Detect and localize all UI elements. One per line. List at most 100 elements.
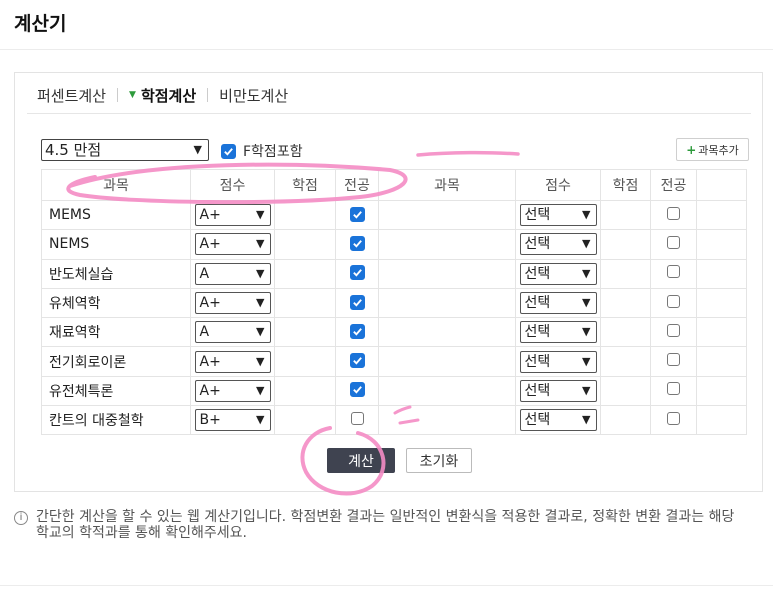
credit-cell[interactable] <box>600 229 651 260</box>
column-header: 전공 <box>335 169 379 201</box>
major-checkbox[interactable] <box>349 294 365 310</box>
credit-cell[interactable] <box>274 405 336 436</box>
course-name-cell[interactable] <box>378 199 516 231</box>
major-checkbox[interactable] <box>667 294 680 308</box>
reset-button[interactable]: 초기화 <box>406 448 472 473</box>
grade-select[interactable]: A ▼ <box>194 262 271 285</box>
major-checkbox[interactable] <box>349 323 365 339</box>
major-checkbox[interactable] <box>667 206 680 220</box>
chevron-down-icon: ▼ <box>193 143 202 156</box>
grade-select[interactable]: A+ ▼ <box>194 379 271 402</box>
tab-percent[interactable]: 퍼센트계산 <box>37 85 106 106</box>
grade-cell: 선택 ▼ <box>515 405 601 436</box>
course-name-cell[interactable]: 전기회로이론 <box>41 346 191 377</box>
credit-cell[interactable] <box>274 258 336 289</box>
table-row: 유체역학 A+ ▼ 선택 ▼ <box>41 287 747 319</box>
major-cell <box>335 346 379 377</box>
major-cell <box>650 375 697 407</box>
credit-cell[interactable] <box>274 287 336 319</box>
course-name-cell[interactable] <box>378 375 516 407</box>
column-header: 학점 <box>274 169 336 201</box>
major-checkbox[interactable] <box>667 323 680 337</box>
grade-select[interactable]: 선택 ▼ <box>519 379 597 402</box>
grade-rows: MEMS A+ ▼ 선택 ▼ NEMS A+ ▼ 선택 ▼ 반도체실습 A ▼ 선택 ▼ 유체역학 A+ ▼ 선택 ▼… <box>41 199 747 436</box>
credit-cell[interactable] <box>274 199 336 231</box>
credit-cell[interactable] <box>600 317 651 348</box>
chevron-down-icon: ▼ <box>256 383 265 397</box>
tab-grade[interactable]: 학점계산 <box>141 85 196 106</box>
grade-select[interactable]: A+ ▼ <box>194 292 271 315</box>
course-name-cell[interactable]: MEMS <box>41 199 191 231</box>
info-icon: i <box>14 511 28 525</box>
major-checkbox[interactable] <box>667 235 680 249</box>
grade-select[interactable]: 선택 ▼ <box>519 233 597 256</box>
credit-cell[interactable] <box>600 346 651 377</box>
course-name-cell[interactable]: 재료역학 <box>41 317 191 348</box>
grade-select[interactable]: A+ ▼ <box>194 233 271 256</box>
grade-select[interactable]: 선택 ▼ <box>519 292 597 315</box>
course-name-cell[interactable]: 유체역학 <box>41 287 191 319</box>
grade-cell: 선택 ▼ <box>515 229 601 260</box>
column-header: 전공 <box>650 169 697 201</box>
major-checkbox[interactable] <box>667 382 680 396</box>
major-checkbox[interactable] <box>667 353 680 367</box>
grade-select[interactable]: B+ ▼ <box>194 409 271 432</box>
credit-cell[interactable] <box>600 258 651 289</box>
course-name-cell[interactable] <box>378 405 516 436</box>
major-checkbox[interactable] <box>667 411 680 425</box>
tab-bmi[interactable]: 비만도계산 <box>219 85 288 106</box>
major-cell <box>335 375 379 407</box>
grade-select[interactable]: 선택 ▼ <box>519 204 597 227</box>
major-cell <box>335 287 379 319</box>
course-name-cell[interactable]: NEMS <box>41 229 191 260</box>
major-checkbox[interactable] <box>349 265 365 281</box>
grade-select[interactable]: 선택 ▼ <box>519 321 597 344</box>
grade-value: 선택 <box>524 324 551 341</box>
major-checkbox[interactable] <box>667 265 680 279</box>
add-course-button[interactable]: + 과목추가 <box>676 138 749 161</box>
grade-select[interactable]: A ▼ <box>194 321 271 344</box>
course-name-cell[interactable]: 칸트의 대중철학 <box>41 405 191 436</box>
credit-cell[interactable] <box>274 317 336 348</box>
credit-cell[interactable] <box>274 346 336 377</box>
course-name-cell[interactable]: 유전체특론 <box>41 375 191 407</box>
major-checkbox[interactable] <box>349 235 365 251</box>
major-checkbox[interactable] <box>349 353 365 369</box>
grade-select[interactable]: 선택 ▼ <box>519 262 597 285</box>
credit-cell[interactable] <box>274 375 336 407</box>
tab-divider <box>207 88 209 102</box>
major-checkbox[interactable] <box>349 206 365 222</box>
calculate-button[interactable]: 계산 <box>327 448 395 473</box>
credit-cell[interactable] <box>600 375 651 407</box>
course-name-cell[interactable] <box>378 346 516 377</box>
credit-cell[interactable] <box>600 405 651 436</box>
grade-select[interactable]: 선택 ▼ <box>519 350 597 373</box>
row-spacer-cell <box>696 346 747 377</box>
column-header: 점수 <box>190 169 275 201</box>
credit-cell[interactable] <box>600 287 651 319</box>
course-name-cell[interactable] <box>378 229 516 260</box>
course-name-cell[interactable]: 반도체실습 <box>41 258 191 289</box>
major-checkbox[interactable] <box>349 382 365 398</box>
grade-select[interactable]: 선택 ▼ <box>519 409 597 432</box>
grade-scale-select[interactable]: 4.5 만점 ▼ <box>41 139 209 161</box>
course-name-cell[interactable] <box>378 317 516 348</box>
credit-cell[interactable] <box>274 229 336 260</box>
course-name-cell[interactable] <box>378 287 516 319</box>
major-cell <box>335 199 379 231</box>
grade-select[interactable]: A+ ▼ <box>194 204 271 227</box>
f-include-checkbox[interactable] <box>221 143 236 159</box>
course-name-cell[interactable] <box>378 258 516 289</box>
chevron-down-icon: ▼ <box>582 296 591 310</box>
notice-line-2: 학교의 학적과를 통해 확인해주세요. <box>36 525 247 541</box>
major-checkbox[interactable] <box>350 411 364 425</box>
row-spacer-cell <box>696 405 747 436</box>
major-cell <box>650 287 697 319</box>
credit-cell[interactable] <box>600 199 651 231</box>
check-icon <box>352 386 362 395</box>
grade-value: A+ <box>199 236 221 253</box>
course-name: 유체역학 <box>49 296 101 313</box>
major-cell <box>335 405 379 436</box>
grade-select[interactable]: A+ ▼ <box>194 350 271 373</box>
major-cell <box>650 346 697 377</box>
